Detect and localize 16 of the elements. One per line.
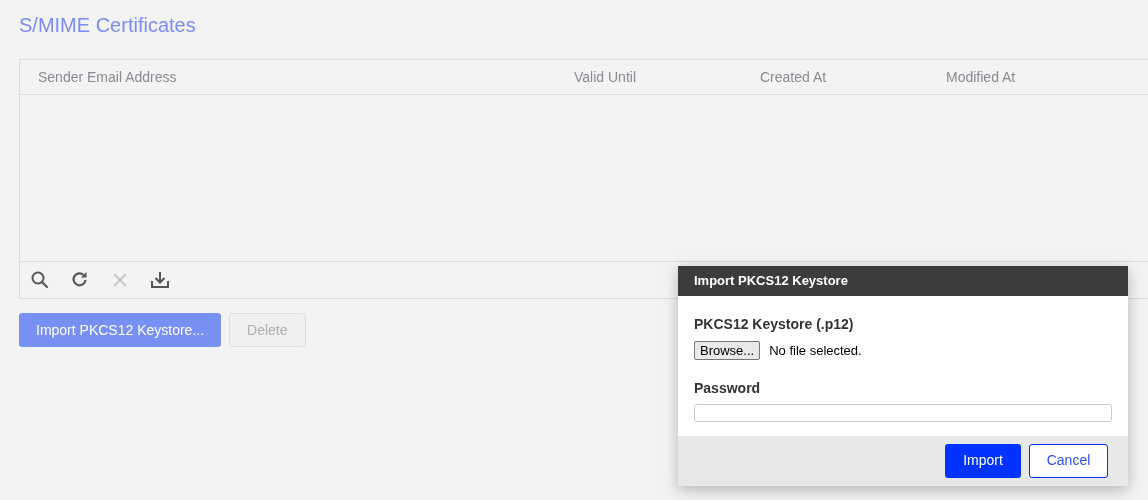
cancel-button[interactable]: Cancel [1029,443,1108,478]
dialog-title: Import PKCS12 Keystore [694,272,848,291]
file-status: No file selected. [769,342,862,360]
field-label: PKCS12 Keystore (.p12) [694,315,855,334]
column-header[interactable]: Valid Until [574,68,636,85]
import-button[interactable]: Import PKCS12 Keystore... [19,313,222,347]
page-title: S/MIME Certificates [19,13,197,38]
column-header[interactable]: Modified At [946,68,1016,85]
download-icon[interactable] [150,270,170,290]
column-header[interactable]: Sender Email Address [38,68,177,85]
password-field[interactable] [694,403,1112,422]
browse-button[interactable]: Browse... [694,341,761,361]
search-icon[interactable] [30,270,50,290]
field-label: Password [694,378,762,398]
column-header[interactable]: Created At [760,68,827,85]
import-button[interactable]: Import [945,443,1021,478]
